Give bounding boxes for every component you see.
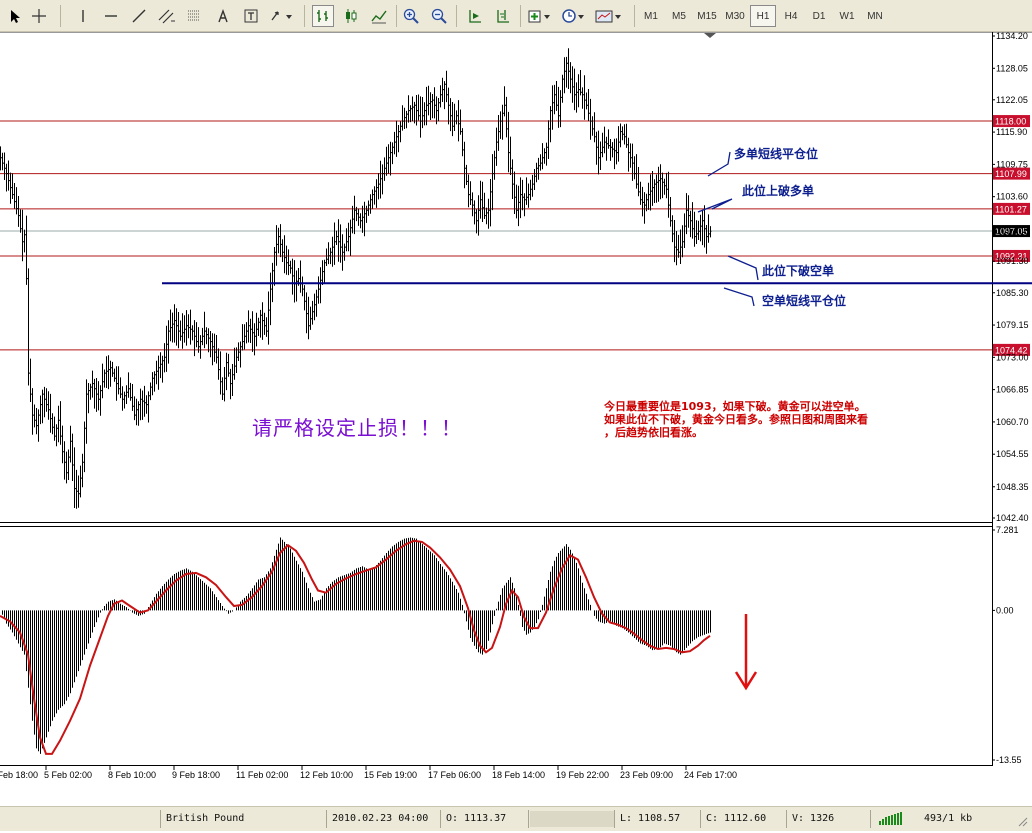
level-price-label: 1107.99 [995,169,1027,179]
time-tick-label: 5 Feb 02:00 [44,770,92,780]
price-tick-label: 1073.00 [996,352,1029,362]
toolbar-separator [456,5,457,27]
timeframe-h4-button[interactable]: H4 [778,5,804,27]
trendline-icon[interactable] [128,5,150,27]
indicators-dropdown-icon[interactable] [526,5,554,27]
level-price-label: 1101.27 [995,204,1027,214]
timeframe-m1-button[interactable]: M1 [638,5,664,27]
timeframe-m30-button[interactable]: M30 [722,5,748,27]
price-tick-label: 1103.60 [996,192,1028,202]
commentary-line: ，后趋势依旧看涨。 [604,426,703,439]
price-tick-label: 1060.70 [996,417,1029,427]
time-tick-label: 19 Feb 22:00 [556,770,609,780]
macd-tick-label: -13.55 [996,755,1022,765]
chart-window[interactable]: 1118.001107.991101.271092.311074.421097.… [0,32,1032,806]
annotation-long-close: 多单短线平仓位 [734,147,819,161]
macd-tick-label: 0.00 [996,605,1014,615]
text-tool-icon[interactable] [212,5,234,27]
annotation-short-close: 空单短线平仓位 [762,294,847,308]
status-divider [160,810,161,828]
time-tick-label: 12 Feb 10:00 [300,770,353,780]
toolbar-separator [304,5,305,27]
price-tick-label: 1109.75 [996,159,1028,169]
resize-grip-icon[interactable] [1016,815,1028,831]
status-volume: V: 1326 [792,813,835,824]
time-tick-label: 23 Feb 09:00 [620,770,673,780]
status-divider [440,810,441,828]
time-tick-label: 9 Feb 18:00 [172,770,220,780]
annotation-stop-loss: 请严格设定止损！！！ [252,416,462,440]
status-divider [870,810,871,828]
bar-chart-icon[interactable] [312,5,334,27]
time-tick-label: 18 Feb 14:00 [492,770,545,780]
commentary-line: 今日最重要位是1093，如果下破。黄金可以进空单。 [604,400,866,413]
templates-dropdown-icon[interactable] [594,5,624,27]
equidistant-channel-icon[interactable] [156,5,178,27]
price-tick-label: 1054.55 [996,449,1029,459]
timeframe-d1-button[interactable]: D1 [806,5,832,27]
annotation-commentary: 今日最重要位是1093，如果下破。黄金可以进空单。 如果此位不下破，黄金今日看多… [604,400,868,439]
price-tick-label: 1134.20 [996,32,1028,41]
connection-bars-icon [878,811,908,827]
price-tick-label: 1042.40 [996,513,1029,523]
status-bar: British Pound 2010.02.23 04:00 O: 1113.3… [0,806,1032,831]
toolbar: M1 M5 M15 M30 H1 H4 D1 W1 MN [0,0,1032,32]
status-high-cell [530,811,614,827]
price-tick-label: 1122.05 [996,95,1028,105]
price-tick-label: 1066.85 [996,385,1029,395]
fibonacci-icon[interactable] [184,5,206,27]
price-tick-label: 1115.90 [996,127,1027,137]
cursor-arrow-icon[interactable] [4,5,26,27]
time-tick-label: 4 Feb 18:00 [0,770,38,780]
time-tick-label: 17 Feb 06:00 [428,770,481,780]
status-divider [326,810,327,828]
time-tick-label: 15 Feb 19:00 [364,770,417,780]
timeframe-m15-button[interactable]: M15 [694,5,720,27]
commentary-line: 如果此位不下破，黄金今日看多。参照日图和周图来看 [604,413,868,426]
zoom-out-icon[interactable] [428,5,450,27]
timeframe-m5-button[interactable]: M5 [666,5,692,27]
status-divider [528,810,529,828]
status-divider [786,810,787,828]
status-open: O: 1113.37 [446,813,507,824]
toolbar-separator [520,5,521,27]
arrows-dropdown-icon[interactable] [268,5,296,27]
horizontal-line-icon[interactable] [100,5,122,27]
status-divider [700,810,701,828]
price-tick-label: 1097.05 [996,226,1029,236]
price-tick-label: 1128.05 [996,63,1028,73]
text-label-icon[interactable] [240,5,262,27]
time-tick-label: 24 Feb 17:00 [684,770,737,780]
line-chart-icon[interactable] [368,5,390,27]
status-datetime: 2010.02.23 04:00 [332,813,429,824]
status-low: L: 1108.57 [620,813,681,824]
time-tick-label: 8 Feb 10:00 [108,770,156,780]
status-divider [614,810,615,828]
macd-tick-label: 7.281 [996,525,1019,535]
price-tick-label: 1079.15 [996,320,1029,330]
auto-scroll-icon[interactable] [464,5,486,27]
price-tick-label: 1085.30 [996,288,1029,298]
zoom-in-icon[interactable] [400,5,422,27]
toolbar-separator [396,5,397,27]
timeframe-mn-button[interactable]: MN [862,5,888,27]
periods-dropdown-icon[interactable] [560,5,588,27]
annotation-break-up-long: 此位上破多单 [742,184,815,198]
status-profile[interactable]: British Pound [166,811,244,827]
time-tick-label: 11 Feb 02:00 [236,770,288,780]
chart-shift-icon[interactable] [492,5,514,27]
crosshair-icon[interactable] [28,5,50,27]
timeframe-h1-button[interactable]: H1 [750,5,776,27]
annotation-break-down-short: 此位下破空单 [762,264,835,278]
toolbar-separator [60,5,61,27]
toolbar-separator [634,5,635,27]
price-tick-label: 1091.30 [996,256,1029,266]
status-traffic: 493/1 kb [924,813,973,824]
vertical-line-icon[interactable] [72,5,94,27]
candlestick-icon[interactable] [340,5,362,27]
price-tick-label: 1048.35 [996,482,1029,492]
status-close: C: 1112.60 [706,813,767,824]
level-price-label: 1118.00 [995,117,1026,127]
timeframe-w1-button[interactable]: W1 [834,5,860,27]
